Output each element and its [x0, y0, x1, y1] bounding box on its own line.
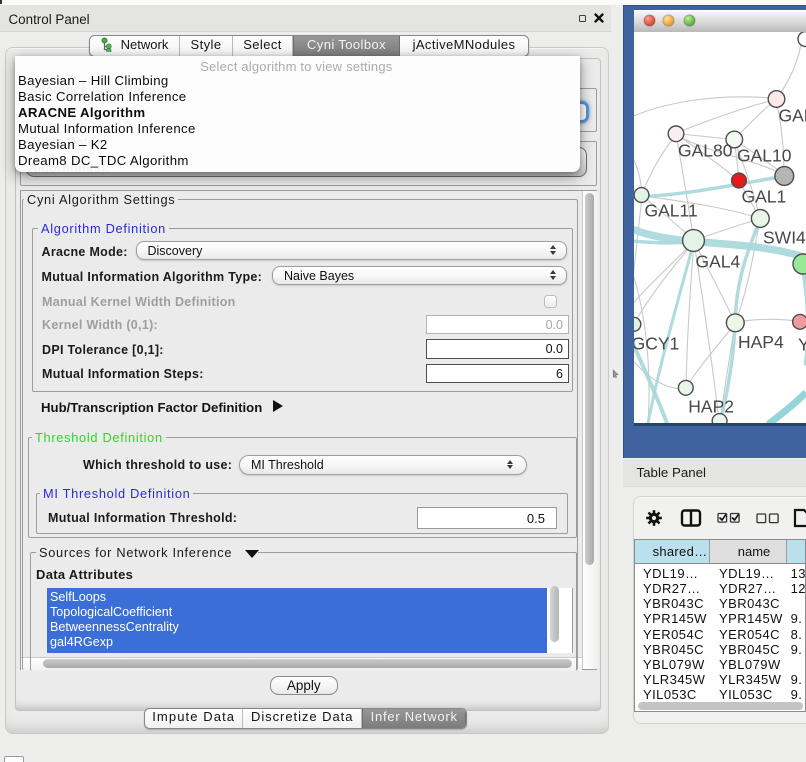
- svg-text:SWI4: SWI4: [763, 227, 806, 247]
- svg-text:GAL: GAL: [779, 105, 806, 125]
- svg-text:HAP2: HAP2: [688, 396, 734, 416]
- svg-text:GAL11: GAL11: [645, 200, 698, 220]
- svg-text:HAP4: HAP4: [738, 332, 784, 352]
- svg-text:GAL10: GAL10: [737, 145, 792, 165]
- svg-text:Y: Y: [798, 334, 806, 354]
- svg-text:GAL4: GAL4: [696, 251, 741, 271]
- svg-text:GCY1: GCY1: [634, 333, 679, 353]
- svg-text:GAL80: GAL80: [678, 140, 733, 160]
- svg-text:GAL1: GAL1: [742, 186, 787, 206]
